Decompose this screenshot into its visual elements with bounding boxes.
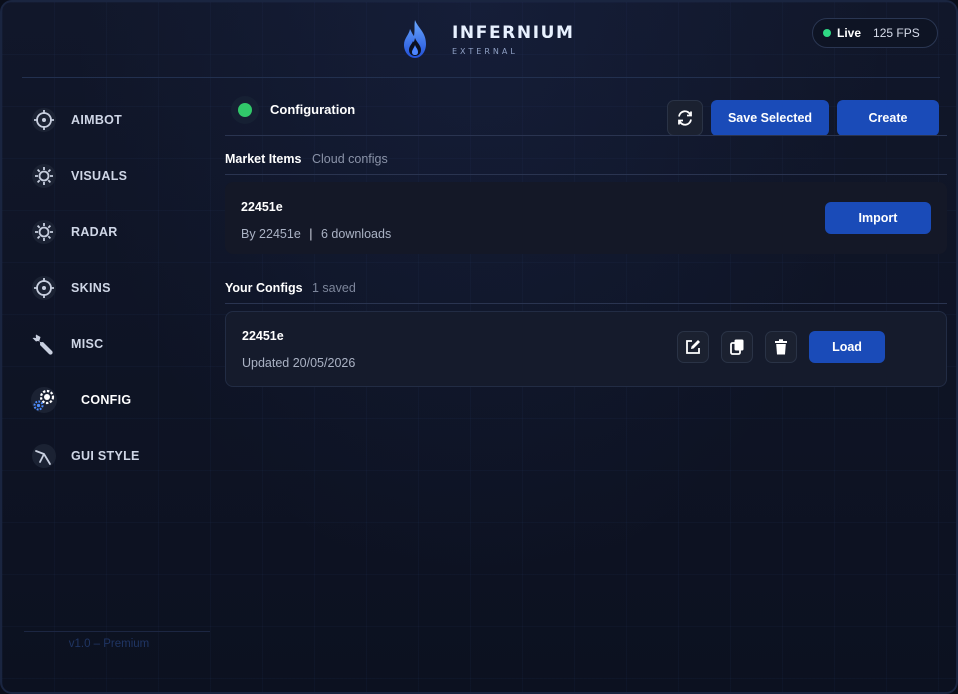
import-button[interactable]: Import xyxy=(825,202,931,234)
edit-button[interactable] xyxy=(677,331,709,363)
market-item-meta: By 22451e | 6 downloads xyxy=(241,227,391,241)
logo: INFERNIUM EXTERNAL xyxy=(400,18,575,60)
copy-icon xyxy=(730,339,744,355)
sidebar-item-config[interactable]: CONFIG xyxy=(16,380,212,420)
sidebar-item-label: AIMBOT xyxy=(71,113,123,127)
market-item-name: 22451e xyxy=(241,200,283,214)
sidebar-item-label: CONFIG xyxy=(81,393,132,407)
meta-separator: | xyxy=(309,227,313,241)
sidebar-item-visuals[interactable]: VISUALS xyxy=(16,156,212,196)
radar-icon xyxy=(32,220,56,244)
brand-title: INFERNIUM xyxy=(452,22,575,43)
sidebar-item-radar[interactable]: RADAR xyxy=(16,212,212,252)
tabs-divider xyxy=(225,174,947,175)
your-configs-title: Your Configs xyxy=(225,281,303,295)
edit-icon xyxy=(686,340,700,354)
load-button[interactable]: Load xyxy=(809,331,885,363)
main-panel: Configuration Save Selected Create Marke… xyxy=(225,92,947,652)
fps-counter: 125 FPS xyxy=(873,26,920,40)
header-divider xyxy=(22,77,940,78)
delete-button[interactable] xyxy=(765,331,797,363)
brush-icon xyxy=(32,444,56,468)
market-item-card: 22451e By 22451e | 6 downloads Import xyxy=(225,182,947,254)
sidebar-item-gui-style[interactable]: GUI STYLE xyxy=(16,436,212,476)
configs-divider xyxy=(225,303,947,304)
sidebar-item-skins[interactable]: SKINS xyxy=(16,268,212,308)
sidebar-item-label: VISUALS xyxy=(71,169,128,183)
create-button[interactable]: Create xyxy=(837,100,939,136)
live-indicator-icon xyxy=(823,29,831,37)
page-title: Configuration xyxy=(270,102,356,117)
live-label: Live xyxy=(837,26,862,40)
header: INFERNIUM EXTERNAL Live 125 FPS xyxy=(2,2,956,78)
market-item-downloads: 6 downloads xyxy=(321,227,392,241)
sidebar-item-label: SKINS xyxy=(71,281,111,295)
sidebar-item-label: MISC xyxy=(71,337,104,351)
version-label: v1.0 – Premium xyxy=(68,638,150,650)
crosshair-icon xyxy=(32,276,56,300)
sidebar-divider xyxy=(24,631,210,632)
refresh-icon xyxy=(678,110,692,126)
save-selected-button[interactable]: Save Selected xyxy=(711,100,829,136)
crosshair-icon xyxy=(32,108,56,132)
sidebar-item-aimbot[interactable]: AIMBOT xyxy=(16,100,212,140)
live-status-pill: Live 125 FPS xyxy=(812,18,938,48)
configs-count: 1 saved xyxy=(312,281,356,295)
wrench-icon xyxy=(32,334,53,355)
sidebar: AIMBOT VISUALS RADAR SKINS MISC CONFIG G… xyxy=(16,92,212,652)
config-updated: Updated 20/05/2026 xyxy=(242,356,356,370)
trash-icon xyxy=(775,339,787,355)
gears-icon xyxy=(31,387,57,413)
market-item-author: By 22451e xyxy=(241,227,301,241)
tab-cloud-configs[interactable]: Cloud configs xyxy=(312,152,388,166)
sidebar-item-label: RADAR xyxy=(71,225,118,239)
status-indicator xyxy=(231,96,259,124)
refresh-button[interactable] xyxy=(667,100,703,136)
flame-logo-icon xyxy=(404,20,426,58)
title-divider xyxy=(225,135,947,136)
sidebar-item-misc[interactable]: MISC xyxy=(16,324,212,364)
brand-subtitle: EXTERNAL xyxy=(452,46,518,56)
duplicate-button[interactable] xyxy=(721,331,753,363)
sidebar-item-label: GUI STYLE xyxy=(71,449,140,463)
sun-icon xyxy=(32,164,56,188)
config-card: 22451e Updated 20/05/2026 Load xyxy=(225,311,947,387)
tab-market-items[interactable]: Market Items xyxy=(225,152,301,166)
config-name: 22451e xyxy=(242,329,284,343)
app-window: INFERNIUM EXTERNAL Live 125 FPS AIMBOT V… xyxy=(0,0,958,694)
status-dot-icon xyxy=(238,103,252,117)
